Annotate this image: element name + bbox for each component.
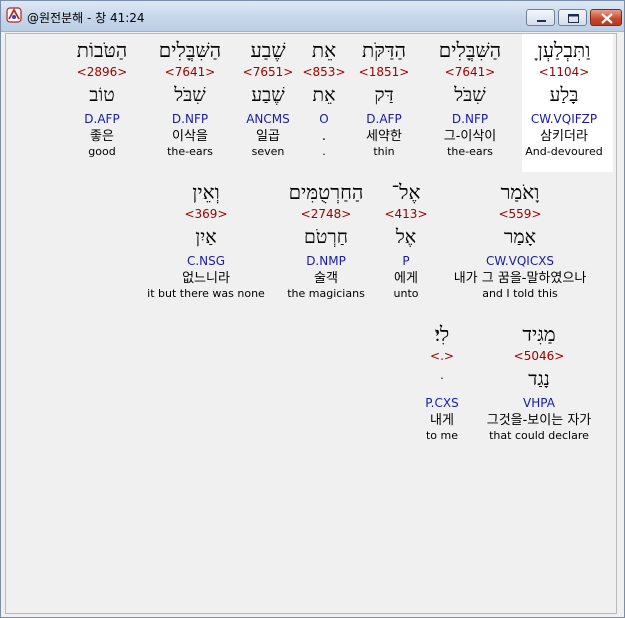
app-logo-icon	[6, 7, 22, 23]
hebrew-word: הַטֹּבוֹת	[76, 38, 128, 62]
parsing-code: C.NSG	[186, 254, 226, 268]
close-icon	[601, 13, 613, 24]
korean-gloss: 없느니라	[182, 271, 230, 286]
app-window: @원전분해 - 창 41:24 וַתִּבְלַעְןָ <1104> בָּלַ…	[0, 0, 625, 618]
hebrew-word: וְאֵין	[192, 180, 220, 204]
lemma: ּ	[362, 368, 522, 390]
parsing-code: D.AFP	[84, 112, 120, 126]
maximize-button[interactable]	[558, 9, 587, 26]
window-title: @원전분해 - 창 41:24	[27, 11, 145, 25]
word-cell[interactable]: לִי׃ <.>ּ P.CXS 내게to me	[362, 322, 522, 443]
word-cell[interactable]: הַטֹּבוֹת <2896> טוֹב D.AFP 좋은 good	[22, 38, 182, 159]
maximize-icon	[568, 14, 579, 23]
minimize-button[interactable]	[526, 9, 555, 26]
english-gloss: good	[88, 145, 116, 158]
strong-number[interactable]: <369>	[126, 207, 286, 221]
interlinear-panel: וַתִּבְלַעְןָ <1104> בָּלַע CW.VQIFZP 삼키더라 An…	[5, 33, 617, 614]
lemma: טוֹב	[89, 84, 115, 106]
close-button[interactable]	[590, 9, 622, 26]
lemma: אַיִן	[195, 226, 217, 248]
english-gloss: to me	[425, 429, 459, 442]
hebrew-word: לִי׃	[434, 322, 450, 346]
minimize-icon	[537, 20, 546, 22]
korean-gloss: 내게	[430, 413, 454, 428]
strong-number[interactable]: <2896>	[22, 65, 182, 79]
korean-gloss: 좋은	[90, 129, 114, 144]
parsing-code: P.CXS	[425, 396, 459, 410]
strong-number[interactable]: <.>	[362, 349, 522, 363]
title-bar[interactable]: @원전분해 - 창 41:24	[1, 1, 624, 32]
word-cell[interactable]: וְאֵין <369> אַיִן C.NSG 없느니라 it but there wa…	[126, 180, 286, 301]
english-gloss: it but there was none	[147, 287, 265, 300]
